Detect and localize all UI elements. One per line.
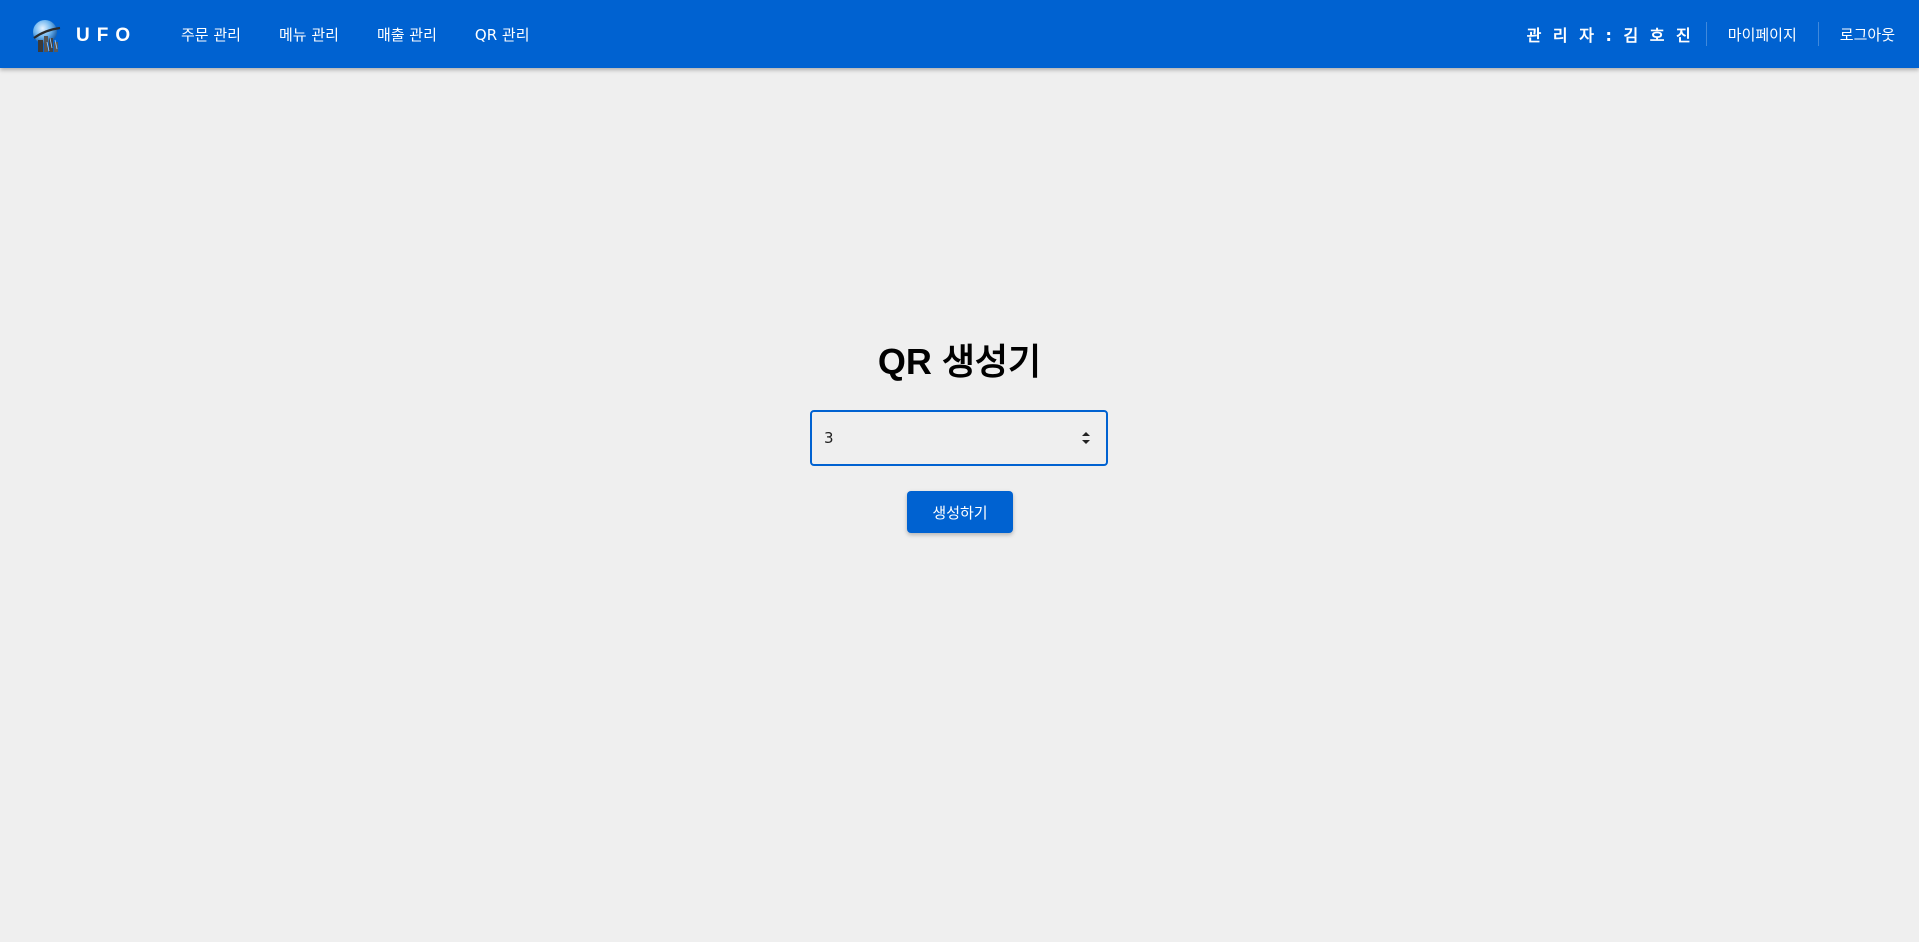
number-stepper[interactable] — [1080, 428, 1092, 448]
nav-item-orders[interactable]: 주문 관리 — [162, 18, 260, 51]
user-nav: 관 리 자 : 김 호 진 마이페이지 로그아웃 — [1527, 0, 1903, 68]
brand-name: UFO — [76, 25, 138, 46]
stepper-arrows-icon — [1082, 432, 1090, 444]
table-number-input[interactable] — [824, 412, 1054, 464]
main-nav: 주문 관리 메뉴 관리 매출 관리 QR 관리 — [162, 0, 549, 68]
nav-item-menu[interactable]: 메뉴 관리 — [260, 18, 358, 51]
nav-item-sales[interactable]: 매출 관리 — [358, 18, 456, 51]
top-navbar: UFO 주문 관리 메뉴 관리 매출 관리 QR 관리 관 리 자 : 김 호 … — [0, 0, 1919, 68]
nav-item-qr[interactable]: QR 관리 — [456, 18, 549, 51]
generate-button[interactable]: 생성하기 — [907, 491, 1013, 533]
ufo-logo-icon — [33, 20, 61, 52]
logout-link[interactable]: 로그아웃 — [1819, 18, 1903, 51]
page-title: QR 생성기 — [877, 341, 1042, 382]
table-number-field[interactable] — [810, 410, 1108, 466]
mypage-link[interactable]: 마이페이지 — [1707, 18, 1818, 51]
brand[interactable]: UFO — [30, 18, 137, 54]
admin-name: 관 리 자 : 김 호 진 — [1526, 26, 1694, 45]
